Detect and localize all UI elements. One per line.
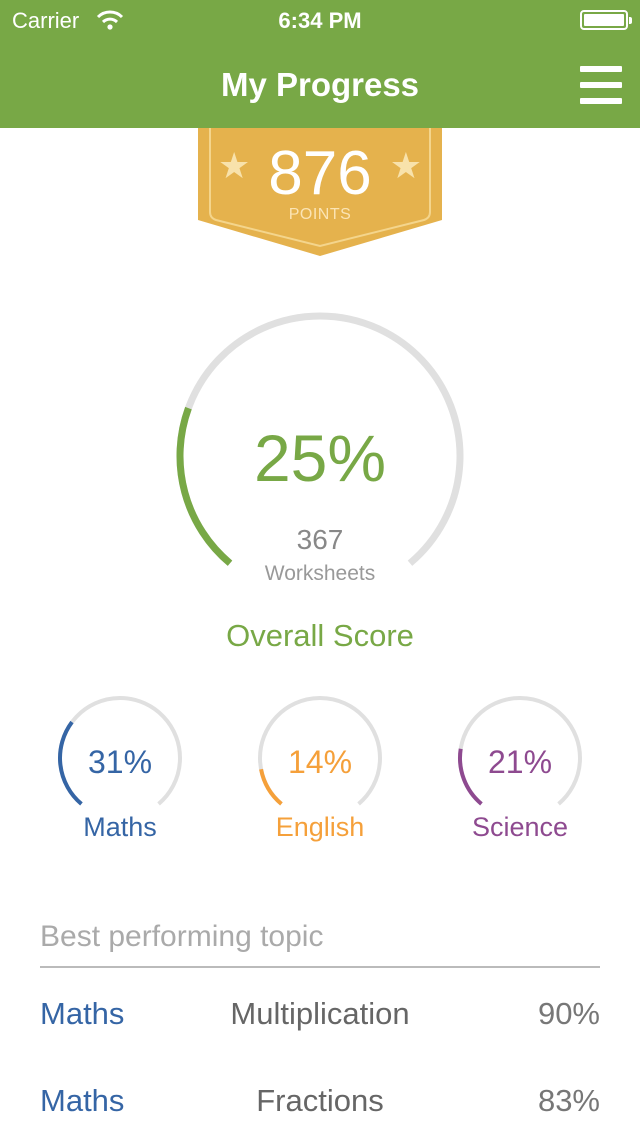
hamburger-menu-icon — [580, 66, 622, 72]
subject-gauge-science[interactable]: 21% Science — [440, 696, 600, 856]
subject-gauge-english[interactable]: 14% English — [240, 696, 400, 856]
battery-icon — [580, 10, 632, 30]
subject-name: English — [275, 812, 365, 842]
subject-gauge-maths[interactable]: 31% Maths — [40, 696, 200, 856]
subject-percent: 21% — [487, 744, 553, 780]
divider — [40, 966, 600, 968]
topic-score: 90% — [537, 996, 600, 1031]
page-title: My Progress — [220, 66, 420, 103]
topic-name: Fractions — [256, 1083, 384, 1118]
subject-percent: 14% — [287, 744, 353, 780]
menu-button[interactable] — [580, 66, 622, 104]
best-topic-heading: Best performing topic — [40, 920, 324, 953]
subject-name: Maths — [83, 812, 157, 842]
worksheet-count: 367 — [296, 524, 344, 555]
topic-name: Multiplication — [230, 996, 410, 1031]
points-value: 876 — [268, 139, 372, 208]
status-bar: Carrier 6:34 PM — [0, 0, 640, 40]
subject-name: Science — [471, 812, 569, 842]
status-time: 6:34 PM — [278, 8, 362, 33]
topic-score: 83% — [537, 1083, 600, 1118]
worksheet-label: Worksheets — [264, 562, 376, 585]
points-badge: ★ ★ 876 POINTS — [196, 128, 444, 258]
points-label: POINTS — [288, 206, 352, 223]
subject-percent: 31% — [87, 744, 153, 780]
overall-score-label: Overall Score — [226, 618, 414, 653]
topic-row[interactable]: Maths Fractions 83% — [40, 1083, 600, 1133]
topic-row[interactable]: Maths Multiplication 90% — [40, 996, 600, 1046]
nav-bar: Carrier 6:34 PM My Progress — [0, 0, 640, 128]
overall-percent: 25% — [253, 421, 387, 495]
